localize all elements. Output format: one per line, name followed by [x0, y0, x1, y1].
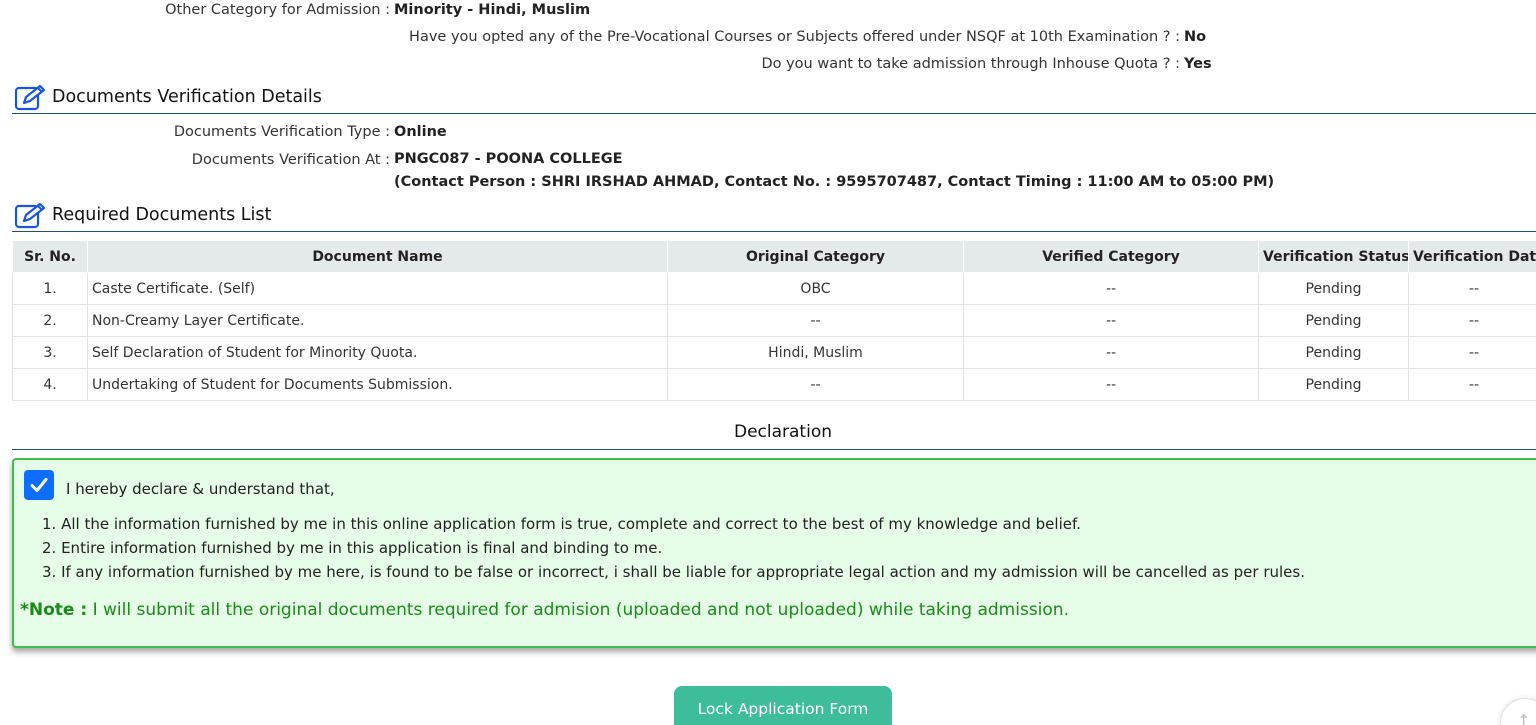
cell-original-category: OBC	[667, 272, 964, 305]
table-row: 4. Undertaking of Student for Documents …	[12, 368, 1536, 401]
doc-verification-header: Documents Verification Details	[14, 81, 322, 113]
table-row: 2. Non-Creamy Layer Certificate. -- -- P…	[12, 304, 1536, 337]
declaration-item: 1. All the information furnished by me i…	[42, 515, 1081, 533]
required-docs-title: Required Documents List	[52, 205, 272, 225]
cell-date: --	[1408, 272, 1536, 305]
declaration-intro: I hereby declare & understand that,	[66, 480, 335, 498]
col-document-name: Document Name	[87, 240, 668, 273]
cell-status: Pending	[1258, 304, 1409, 337]
cell-verified-category: --	[963, 368, 1259, 401]
col-original-category: Original Category	[667, 240, 964, 273]
col-verification-status: Verification Status	[1258, 240, 1409, 273]
verification-type-label: Documents Verification Type :	[173, 124, 390, 140]
cell-sr: 1.	[12, 272, 88, 305]
cell-verified-category: --	[963, 336, 1259, 369]
cell-original-category: --	[667, 304, 964, 337]
section-divider	[12, 231, 1536, 232]
table-header-row: Sr. No. Document Name Original Category …	[12, 240, 1536, 273]
declaration-list: 1. All the information furnished by me i…	[42, 512, 1305, 584]
cell-sr: 4.	[12, 368, 88, 401]
col-verified-category: Verified Category	[963, 240, 1259, 273]
table-row: 3. Self Declaration of Student for Minor…	[12, 336, 1536, 369]
cell-status: Pending	[1258, 368, 1409, 401]
declaration-note: *Note : I will submit all the original d…	[20, 600, 1069, 620]
inhouse-quota-value: Yes	[1184, 56, 1212, 72]
other-category-label: Other Category for Admission :	[165, 2, 390, 18]
cell-verified-category: --	[963, 304, 1259, 337]
col-verification-date: Verification Date	[1408, 240, 1536, 273]
note-label: *Note :	[20, 600, 88, 620]
other-category-value: Minority - Hindi, Muslim	[394, 2, 591, 18]
table-row: 1. Caste Certificate. (Self) OBC -- Pend…	[12, 272, 1536, 305]
nsqf-question-label: Have you opted any of the Pre-Vocational…	[409, 29, 1180, 45]
required-docs-header: Required Documents List	[14, 199, 271, 231]
edit-icon	[14, 202, 46, 229]
cell-document-name: Undertaking of Student for Documents Sub…	[87, 368, 668, 401]
verification-at-value: PNGC087 - POONA COLLEGE	[394, 151, 623, 167]
contact-details: (Contact Person : SHRI IRSHAD AHMAD, Con…	[394, 174, 1275, 190]
declaration-box: I hereby declare & understand that, 1. A…	[12, 458, 1536, 648]
cell-date: --	[1408, 368, 1536, 401]
declaration-item: 3. If any information furnished by me he…	[42, 563, 1305, 581]
checkmark-icon	[30, 478, 48, 492]
section-divider	[12, 113, 1536, 114]
cell-document-name: Caste Certificate. (Self)	[87, 272, 668, 305]
edit-icon	[14, 84, 46, 111]
cell-sr: 2.	[12, 304, 88, 337]
lock-application-button[interactable]: Lock Application Form	[674, 686, 892, 725]
cell-date: --	[1408, 304, 1536, 337]
declaration-title: Declaration	[733, 422, 832, 442]
section-divider	[12, 449, 1536, 450]
cell-document-name: Self Declaration of Student for Minority…	[87, 336, 668, 369]
cell-original-category: Hindi, Muslim	[667, 336, 964, 369]
verification-at-label: Documents Verification At :	[191, 152, 390, 168]
nsqf-answer-value: No	[1184, 29, 1207, 45]
arrow-up-icon: ↑	[1517, 711, 1531, 725]
verification-type-value: Online	[394, 124, 447, 140]
note-text: I will submit all the original documents…	[87, 600, 1069, 620]
cell-status: Pending	[1258, 272, 1409, 305]
doc-verification-title: Documents Verification Details	[52, 87, 322, 107]
scroll-to-top-button[interactable]: ↑	[1500, 698, 1536, 725]
declaration-checkbox[interactable]	[24, 470, 54, 500]
declaration-item: 2. Entire information furnished by me in…	[42, 539, 663, 557]
cell-date: --	[1408, 336, 1536, 369]
cell-sr: 3.	[12, 336, 88, 369]
cell-original-category: --	[667, 368, 964, 401]
cell-status: Pending	[1258, 336, 1409, 369]
cell-verified-category: --	[963, 272, 1259, 305]
inhouse-quota-label: Do you want to take admission through In…	[761, 56, 1180, 72]
col-sr-no: Sr. No.	[12, 240, 88, 273]
required-documents-table: Sr. No. Document Name Original Category …	[12, 240, 1536, 401]
cell-document-name: Non-Creamy Layer Certificate.	[87, 304, 668, 337]
